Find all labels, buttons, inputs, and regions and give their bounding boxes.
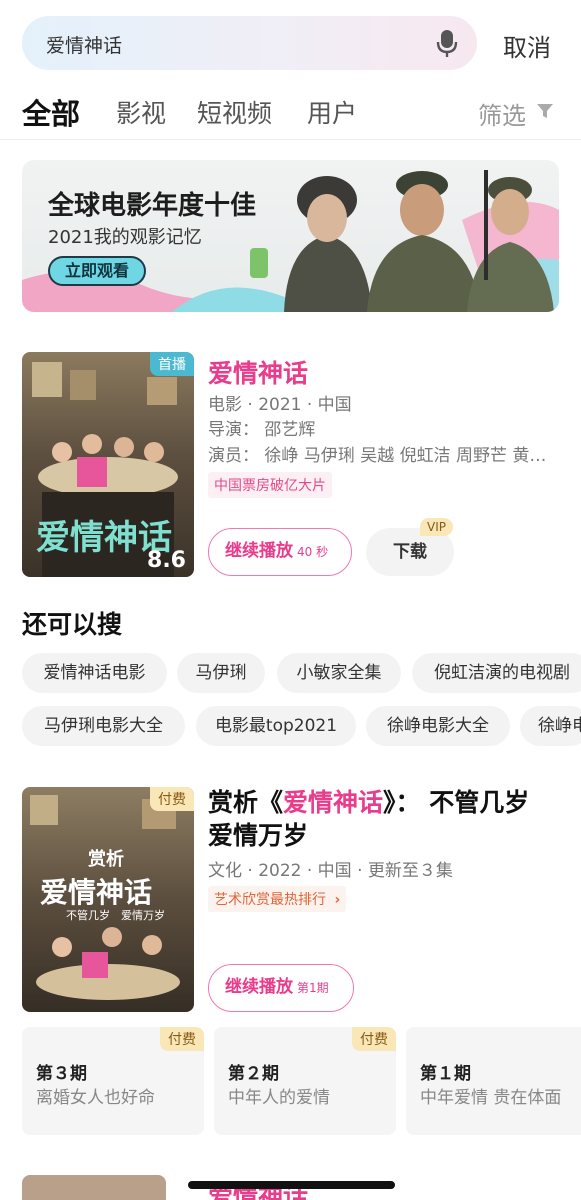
show-title-highlight: 爱情神话 [283,788,384,817]
suggest-chip[interactable]: 马伊琍电影大全 [22,706,185,746]
show-poster-title: 爱情神话 [40,876,153,909]
suggest-chip[interactable]: 马伊琍 [177,653,265,693]
show-continue-play-label: 继续播放 [225,977,293,997]
movie-poster[interactable]: 首播 爱情神话 8.6 [22,352,194,577]
suggest-chip[interactable]: 倪虹洁演的电视剧 [412,653,581,693]
tab-all[interactable]: 全部 [22,91,80,133]
home-indicator[interactable] [188,1181,395,1189]
continue-play-button[interactable]: 继续播放 40 秒 [208,528,352,576]
show-play-progress: 第1期 [297,981,329,995]
episode-card[interactable]: 付费 第３期 离婚女人也好命 [22,1027,204,1135]
suggest-chip[interactable]: 徐峥电影大全 [366,706,510,746]
episode-title: 中年人的爱情 [228,1088,330,1108]
box-office-tag: 中国票房破亿大片 [208,472,332,498]
suggest-chip[interactable]: 徐峥电 [520,706,581,746]
cancel-button[interactable]: 取消 [503,28,551,63]
rank-tag-label: 艺术欣赏最热排行 [214,892,326,908]
episode-number: 第３期 [36,1064,87,1084]
rating-score: 8.6 [147,548,186,573]
suggest-section-title: 还可以搜 [22,610,123,639]
tab-film-tv[interactable]: 影视 [116,94,166,130]
show-continue-play-button[interactable]: 继续播放 第1期 [208,964,354,1012]
suggest-chip[interactable]: 爱情神话电影 [22,653,167,693]
movie-cast: 演员： 徐峥 马伊琍 吴越 倪虹洁 周野芒 黄… [208,446,547,466]
show-title[interactable]: 赏析《爱情神话》： 不管几岁 爱情万岁 [208,786,558,852]
result-tabs: 全部 影视 短视频 用户 筛选 [0,88,581,140]
tab-users[interactable]: 用户 [307,94,357,130]
search-query[interactable]: 爱情神话 [46,31,122,58]
continue-play-label: 继续播放 [225,541,293,561]
search-input[interactable]: 爱情神话 [22,16,477,70]
watch-now-button[interactable]: 立即观看 [48,256,146,286]
show-poster-subtitle: 不管几岁 爱情万岁 [66,909,165,922]
episode-card[interactable]: 第１期 中年爱情 贵在体面 [406,1027,581,1135]
movie-title[interactable]: 爱情神话 [208,354,308,390]
play-progress: 40 秒 [297,545,329,559]
show-poster-top-text: 赏析 [88,849,124,870]
promo-banner[interactable]: 全球电影年度十佳 2021我的观影记忆 立即观看 [22,160,559,312]
search-bar-row: 爱情神话 取消 [0,0,581,90]
banner-title: 全球电影年度十佳 [48,191,257,221]
vip-badge: VIP [420,518,453,536]
suggest-chip[interactable]: 小敏家全集 [277,653,401,693]
filter-funnel-icon[interactable] [536,102,554,120]
premiere-badge: 首播 [150,352,194,376]
episode-number: 第１期 [420,1064,471,1084]
show-title-prefix: 赏析《 [208,788,284,817]
episode-card[interactable]: 付费 第２期 中年人的爱情 [214,1027,396,1135]
movie-director: 导演： 邵艺辉 [208,420,316,440]
rank-tag[interactable]: 艺术欣赏最热排行 › [208,886,347,912]
episode-title: 离婚女人也好命 [36,1088,155,1108]
filter-button[interactable]: 筛选 [478,96,526,131]
episode-title: 中年爱情 贵在体面 [420,1088,562,1108]
microphone-icon[interactable] [435,28,459,58]
next-result-poster[interactable] [22,1175,166,1200]
tab-short-video[interactable]: 短视频 [197,94,272,130]
episode-paid-badge: 付费 [160,1027,204,1051]
paid-badge: 付费 [150,787,194,811]
chevron-right-icon: › [334,892,341,908]
episode-paid-badge: 付费 [352,1027,396,1051]
show-meta: 文化 · 2022 · 中国 · 更新至３集 [208,861,453,881]
show-poster[interactable]: 付费 赏析 爱情神话 不管几岁 爱情万岁 [22,787,194,1012]
banner-subtitle: 2021我的观影记忆 [48,227,202,248]
movie-meta: 电影 · 2021 · 中国 [208,395,352,415]
suggest-chip[interactable]: 电影最top2021 [196,706,356,746]
episode-number: 第２期 [228,1064,279,1084]
